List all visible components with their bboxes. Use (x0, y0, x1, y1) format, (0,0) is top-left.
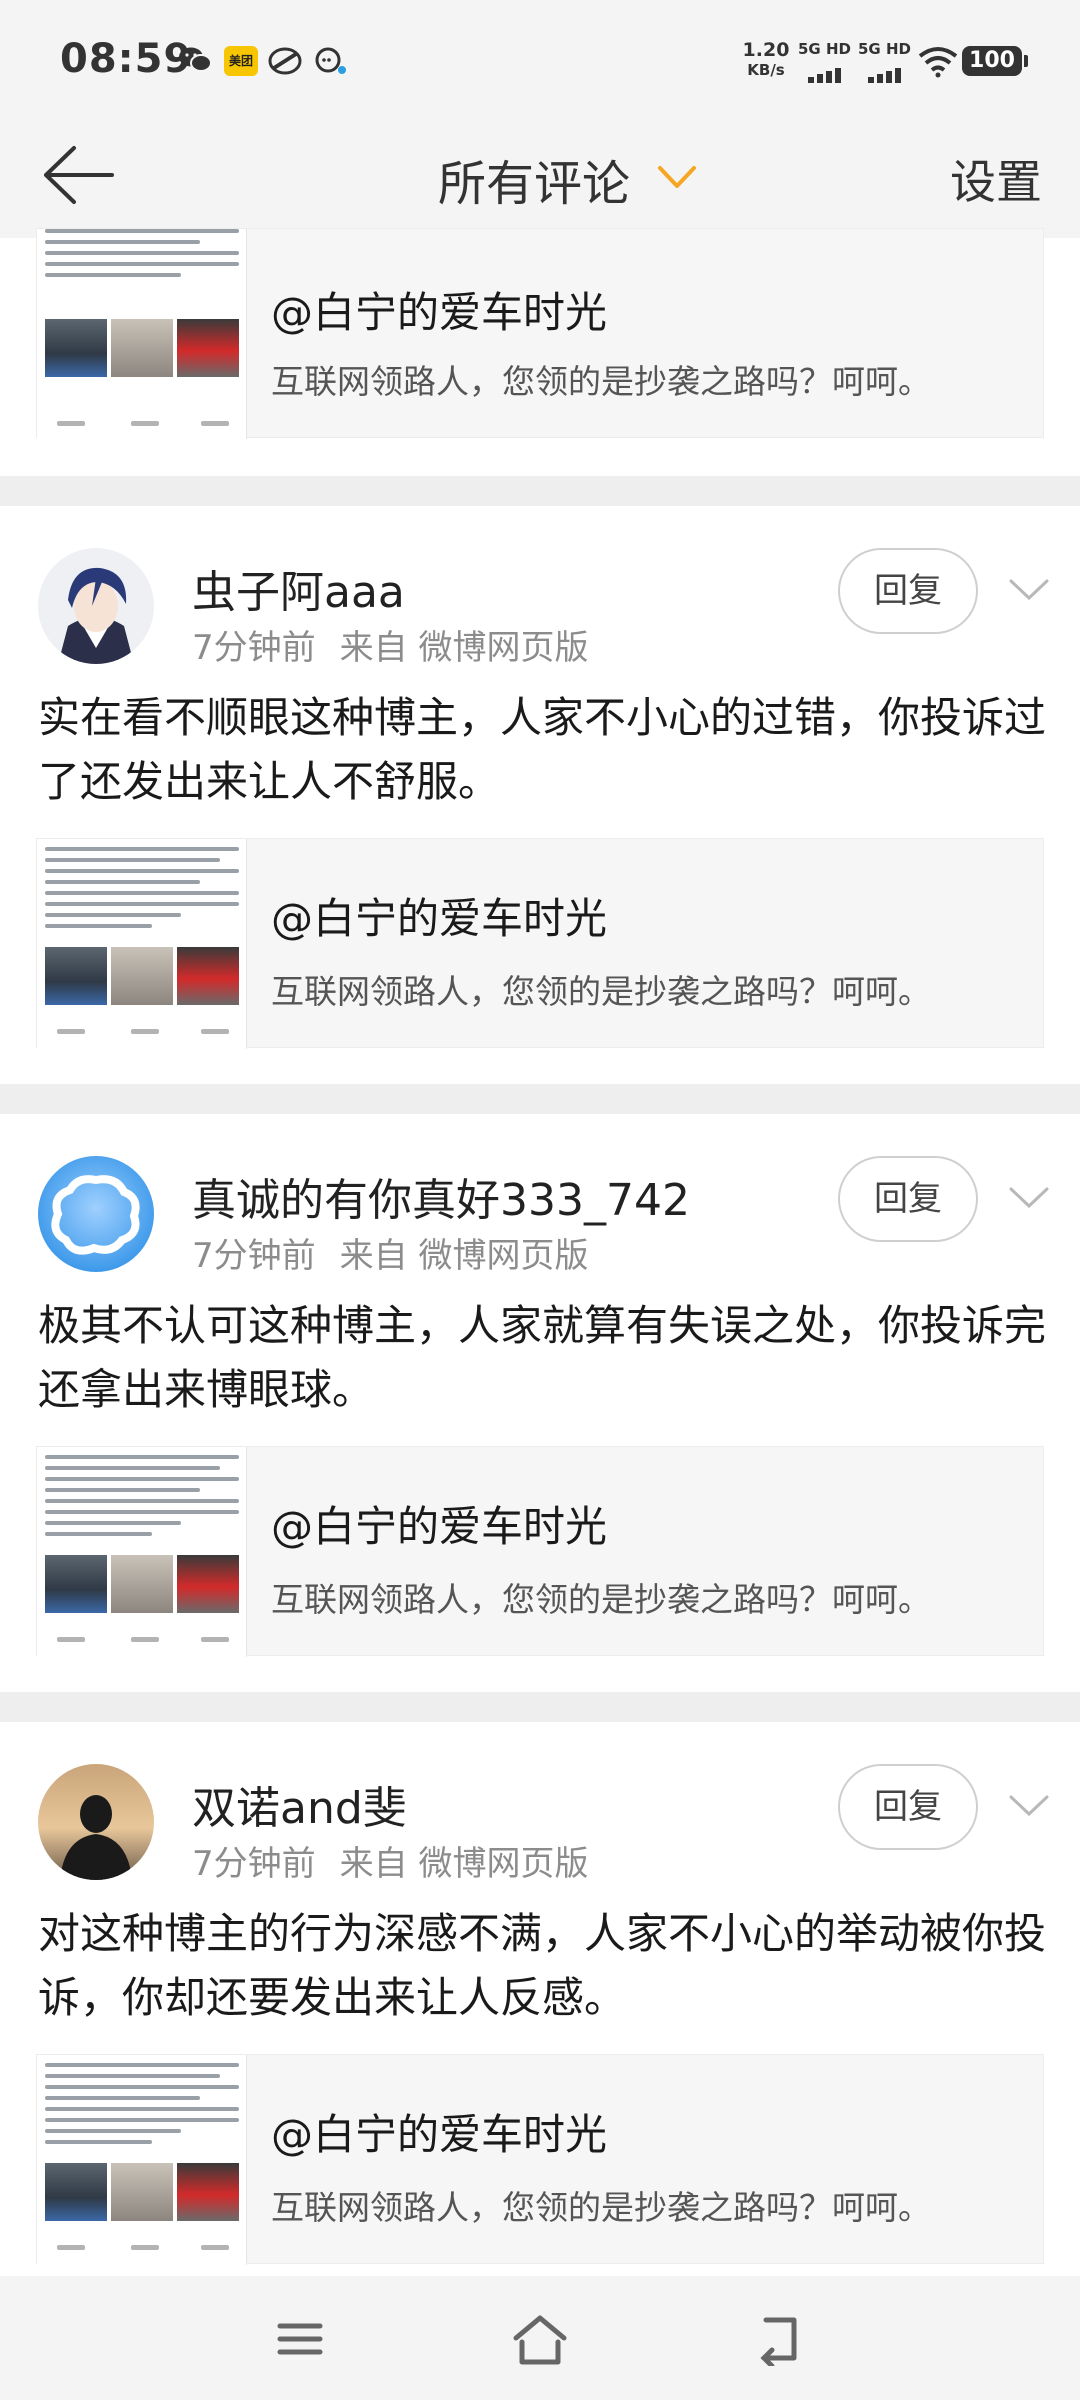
username[interactable]: 双诺and斐 (192, 1772, 407, 1836)
net-speed-value: 1.20 (742, 39, 790, 61)
menu-icon[interactable] (270, 2312, 330, 2366)
comment-item: 真诚的有你真好333_742 7分钟前 来自 微博网页版 回复 极其不认可这种博主… (0, 1114, 1080, 1692)
chevron-down-icon[interactable] (1008, 1184, 1050, 1212)
quote-handle[interactable]: @白宁的爱车时光 (271, 2101, 607, 2162)
wifi-icon (918, 47, 958, 78)
comment-source: 来自 微博网页版 (339, 1236, 589, 1276)
comment-source: 来自 微博网页版 (339, 1844, 589, 1884)
net-speed-unit: KB/s (747, 61, 785, 79)
battery-icon: 100 (962, 46, 1028, 76)
settings-button[interactable]: 设置 (950, 146, 1042, 212)
username[interactable]: 真诚的有你真好333_742 (192, 1164, 690, 1228)
reply-button[interactable]: 回复 (838, 1764, 978, 1850)
divider (0, 476, 1080, 506)
meituan-icon: 美团 (224, 46, 258, 76)
quote-thumbnail (37, 1447, 247, 1657)
avatar[interactable] (38, 1156, 154, 1272)
signal-bars-icon (868, 64, 904, 83)
quote-text: 互联网领路人，您领的是抄袭之路吗？呵呵。 (271, 972, 931, 1011)
quote-thumbnail (37, 839, 247, 1049)
signal-2-label: 5G HD (858, 40, 911, 58)
avatar[interactable] (38, 548, 154, 664)
status-time: 08:59 (60, 36, 193, 82)
dropdown-caret-icon[interactable] (656, 162, 698, 192)
comment-text: 对这种博主的行为深感不满，人家不小心的举动被你投诉，你却还要发出来让人反感。 (38, 1909, 1047, 2022)
reply-button[interactable]: 回复 (838, 548, 978, 634)
status-bar: 08:59 美团 1.20 KB/s 5G HD 5G HD 100 (0, 0, 1080, 120)
quote-handle[interactable]: @白宁的爱车时光 (271, 885, 607, 946)
comment-source: 来自 微博网页版 (339, 628, 589, 668)
signal-1-label: 5G HD (798, 40, 851, 58)
quote-thumbnail (37, 229, 247, 439)
leaf-app-icon (268, 47, 302, 75)
reply-button[interactable]: 回复 (838, 1156, 978, 1242)
username[interactable]: 虫子阿aaa (192, 556, 405, 620)
system-nav-bar (0, 2276, 1080, 2400)
chevron-down-icon[interactable] (1008, 576, 1050, 604)
quote-handle[interactable]: @白宁的爱车时光 (271, 279, 607, 340)
comment-meta: 7分钟前 来自 微博网页版 (192, 1228, 588, 1277)
comment-time: 7分钟前 (192, 628, 316, 668)
wechat-icon (179, 47, 212, 72)
signal-bars-icon (808, 64, 844, 83)
quote-handle[interactable]: @白宁的爱车时光 (271, 1493, 607, 1554)
top-nav-bar: 所有评论 设置 (0, 120, 1080, 238)
signal-2: 5G HD (858, 40, 914, 84)
net-speed: 1.20 KB/s (738, 40, 794, 80)
quote-text: 互联网领路人，您领的是抄袭之路吗？呵呵。 (271, 1580, 931, 1619)
chat-bubble-icon (315, 47, 346, 74)
quote-thumbnail (37, 2055, 247, 2265)
comment-meta: 7分钟前 来自 微博网页版 (192, 1836, 588, 1885)
comment-time: 7分钟前 (192, 1844, 316, 1884)
comment-text: 实在看不顺眼这种博主，人家不小心的过错，你投诉过了还发出来让人不舒服。 (38, 693, 1047, 806)
signal-1: 5G HD (798, 40, 854, 84)
comment-meta: 7分钟前 来自 微博网页版 (192, 620, 588, 669)
comment-text: 极其不认可这种博主，人家就算有失误之处，你投诉完还拿出来博眼球。 (38, 1301, 1047, 1414)
quote-card[interactable]: @白宁的爱车时光 互联网领路人，您领的是抄袭之路吗？呵呵。 (36, 228, 1044, 439)
divider (0, 1084, 1080, 1114)
quote-text: 互联网领路人，您领的是抄袭之路吗？呵呵。 (271, 2188, 931, 2227)
back-arrow-icon[interactable] (40, 140, 120, 210)
chevron-down-icon[interactable] (1008, 1792, 1050, 1820)
comment-time: 7分钟前 (192, 1236, 316, 1276)
comment-item: 双诺and斐 7分钟前 来自 微博网页版 回复 对这种博主的行为深感不满，人家不小… (0, 1722, 1080, 2276)
quote-card[interactable]: @白宁的爱车时光 互联网领路人，您领的是抄袭之路吗？呵呵。 (36, 2054, 1044, 2265)
comment-item: 虫子阿aaa 7分钟前 来自 微博网页版 回复 实在看不顺眼这种博主，人家不小心的… (0, 506, 1080, 1084)
back-icon[interactable] (750, 2312, 810, 2366)
app-screen: 08:59 美团 1.20 KB/s 5G HD 5G HD 100 所有评论 … (0, 0, 1080, 2400)
avatar[interactable] (38, 1764, 154, 1880)
quote-card[interactable]: @白宁的爱车时光 互联网领路人，您领的是抄袭之路吗？呵呵。 (36, 838, 1044, 1049)
page-title[interactable]: 所有评论 (438, 144, 630, 214)
quote-text: 互联网领路人，您领的是抄袭之路吗？呵呵。 (271, 362, 931, 401)
divider (0, 1692, 1080, 1722)
quote-card[interactable]: @白宁的爱车时光 互联网领路人，您领的是抄袭之路吗？呵呵。 (36, 1446, 1044, 1657)
home-icon[interactable] (510, 2312, 570, 2366)
